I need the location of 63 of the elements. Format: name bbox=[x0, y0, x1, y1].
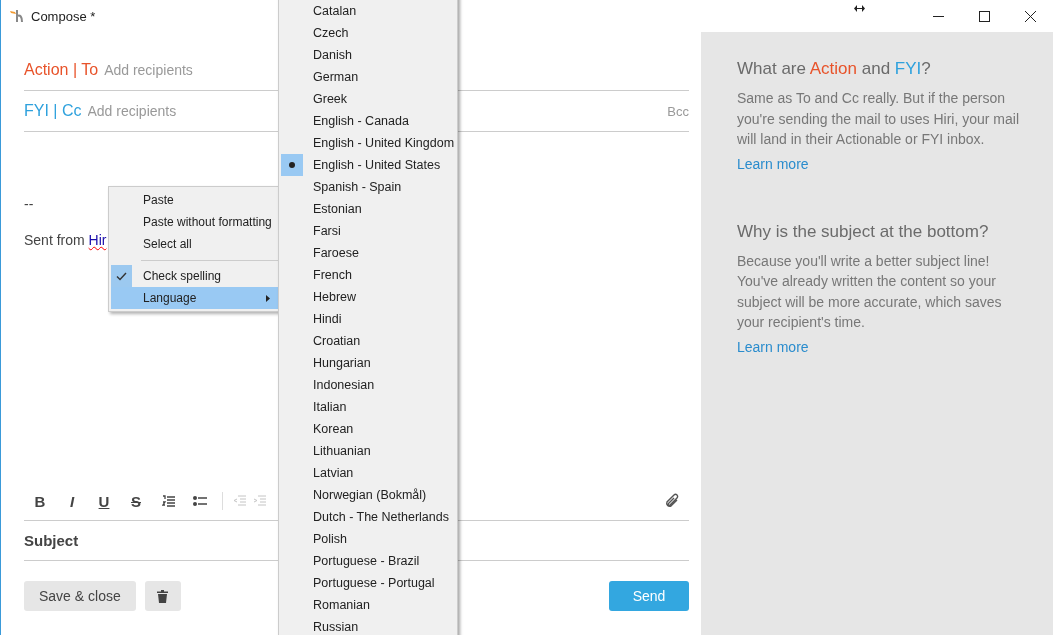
delete-button[interactable] bbox=[144, 581, 181, 611]
window-title: Compose * bbox=[31, 8, 96, 24]
resize-arrow-icon bbox=[854, 4, 865, 12]
menu-item[interactable]: Paste without formatting bbox=[111, 211, 278, 233]
submenu-arrow-icon bbox=[266, 294, 270, 302]
app-logo-icon bbox=[10, 10, 24, 22]
help-text: Same as To and Cc really. But if the person you're sending the mail to uses Hiri, your mail will land in their Actionable or FYI inbox. bbox=[737, 89, 1021, 149]
locale-option[interactable]: Croatian bbox=[281, 330, 455, 352]
help-heading: What are Action and FYI? bbox=[737, 59, 932, 79]
bold-button[interactable]: B bbox=[24, 488, 56, 514]
locale-option[interactable]: Norwegian (Bokmål) bbox=[281, 484, 455, 506]
strikethrough-button[interactable]: S bbox=[120, 488, 152, 514]
locale-option[interactable]: Danish bbox=[281, 44, 455, 66]
close-icon[interactable] bbox=[1024, 10, 1036, 22]
minimize-icon[interactable] bbox=[932, 15, 944, 17]
locale-option[interactable]: Hebrew bbox=[281, 286, 455, 308]
locale-option[interactable]: English - United States bbox=[281, 154, 455, 176]
locale-option[interactable]: Estonian bbox=[281, 198, 455, 220]
hiri-link[interactable]: Hir bbox=[88, 232, 107, 248]
locale-option[interactable]: Czech bbox=[281, 22, 455, 44]
locale-option[interactable]: Catalan bbox=[281, 0, 455, 22]
locale-option[interactable]: Farsi bbox=[281, 220, 455, 242]
locale-option[interactable]: Spanish - Spain bbox=[281, 176, 455, 198]
outdent-icon bbox=[232, 495, 246, 507]
locale-option[interactable]: Faroese bbox=[281, 242, 455, 264]
menu-item[interactable]: Select all bbox=[111, 233, 278, 255]
locale-option[interactable]: Romanian bbox=[281, 594, 455, 616]
locale-option[interactable]: Hindi bbox=[281, 308, 455, 330]
locale-option[interactable]: Portuguese - Portugal bbox=[281, 572, 455, 594]
locale-option[interactable]: French bbox=[281, 264, 455, 286]
signature-text: Sent from Hir bbox=[24, 232, 107, 248]
radio-dot-icon bbox=[289, 162, 295, 168]
help-text: Because you'll write a better subject line! You've already written the content so your subject will be more accurate, which saves your recipient's time. bbox=[737, 251, 1003, 332]
locale-option[interactable]: German bbox=[281, 66, 455, 88]
locale-option[interactable]: Greek bbox=[281, 88, 455, 110]
save-close-button[interactable]: Save & close bbox=[24, 581, 136, 611]
locale-option[interactable]: Hungarian bbox=[281, 352, 455, 374]
fyi-cc-label: FYI | Cc bbox=[24, 102, 82, 120]
signature-separator: -- bbox=[24, 196, 34, 212]
trash-icon bbox=[157, 589, 169, 603]
locale-option[interactable]: English - Canada bbox=[281, 110, 455, 132]
locale-option[interactable]: Portuguese - Brazil bbox=[281, 550, 455, 572]
italic-button[interactable]: I bbox=[56, 488, 88, 514]
submenu-item[interactable]: Language bbox=[111, 287, 278, 309]
menu-item[interactable]: Check spelling bbox=[111, 265, 278, 287]
maximize-icon[interactable] bbox=[978, 10, 990, 22]
bullet-list-icon bbox=[193, 495, 207, 507]
locale-option[interactable]: Dutch - The Netherlands bbox=[281, 506, 455, 528]
help-heading: Why is the subject at the bottom? bbox=[737, 221, 990, 242]
locale-option[interactable]: Latvian bbox=[281, 462, 455, 484]
locale-option[interactable]: Russian bbox=[281, 616, 455, 635]
underline-button[interactable]: U bbox=[88, 488, 120, 514]
locale-option[interactable]: Indonesian bbox=[281, 374, 455, 396]
menu-item[interactable]: Paste bbox=[111, 189, 278, 211]
locale-option[interactable]: English - United Kingdom bbox=[281, 132, 455, 154]
numbered-list-icon bbox=[161, 494, 175, 508]
action-to-label: Action | To bbox=[24, 61, 99, 79]
locale-option[interactable]: Korean bbox=[281, 418, 455, 440]
locale-option[interactable]: Italian bbox=[281, 396, 455, 418]
locale-option[interactable]: Polish bbox=[281, 528, 455, 550]
locale-option[interactable]: Lithuanian bbox=[281, 440, 455, 462]
paperclip-icon[interactable] bbox=[663, 492, 681, 510]
indent-icon bbox=[252, 495, 266, 507]
